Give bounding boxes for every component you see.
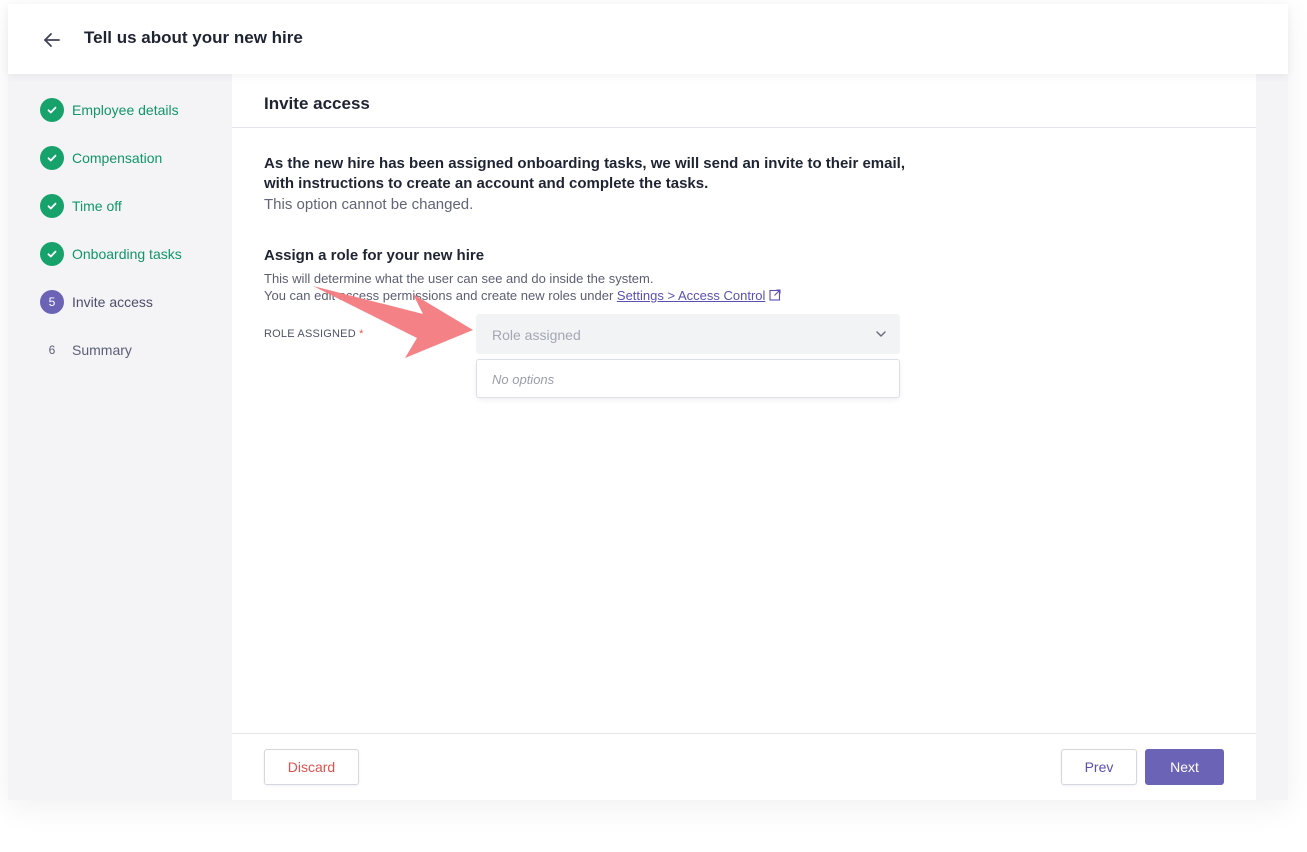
assign-desc-text: You can edit access permissions and crea… <box>264 288 614 303</box>
step-label: Onboarding tasks <box>72 246 182 262</box>
invite-notice-line: As the new hire has been assigned onboar… <box>264 155 905 172</box>
role-options-dropdown: No options <box>476 359 900 398</box>
chevron-down-icon[interactable] <box>874 327 888 341</box>
role-assigned-label: ROLE ASSIGNED * <box>264 328 364 340</box>
assign-desc-line: You can edit access permissions and crea… <box>264 287 781 304</box>
page-header: Tell us about your new hire <box>8 4 1288 74</box>
step-invite-access[interactable]: 5 Invite access <box>40 290 153 314</box>
step-onboarding-tasks[interactable]: Onboarding tasks <box>40 242 182 266</box>
invite-notice-subtext: This option cannot be changed. <box>264 196 474 213</box>
assign-role-description: This will determine what the user can se… <box>264 270 781 304</box>
page-title: Tell us about your new hire <box>84 28 303 47</box>
step-label: Employee details <box>72 102 179 118</box>
step-number-badge: 5 <box>40 290 64 314</box>
step-label: Compensation <box>72 150 163 166</box>
check-icon <box>40 194 64 218</box>
assign-desc-line: This will determine what the user can se… <box>264 271 654 286</box>
assign-role-heading: Assign a role for your new hire <box>264 247 485 264</box>
role-assigned-select[interactable]: Role assigned <box>476 314 900 354</box>
step-label: Invite access <box>72 294 153 310</box>
step-label: Summary <box>72 342 132 358</box>
step-label: Time off <box>72 198 122 214</box>
step-time-off[interactable]: Time off <box>40 194 122 218</box>
role-assigned-label-text: ROLE ASSIGNED <box>264 328 356 340</box>
check-icon <box>40 98 64 122</box>
external-link-icon[interactable] <box>769 288 781 301</box>
app-window: Tell us about your new hire Employee det… <box>8 4 1288 800</box>
panel-footer: Discard Prev Next <box>232 733 1256 800</box>
step-compensation[interactable]: Compensation <box>40 146 162 170</box>
select-placeholder: Role assigned <box>492 327 581 343</box>
prev-button[interactable]: Prev <box>1061 749 1137 785</box>
step-employee-details[interactable]: Employee details <box>40 98 179 122</box>
invite-notice-line: with instructions to create an account a… <box>264 175 709 192</box>
next-button[interactable]: Next <box>1145 749 1224 785</box>
required-asterisk: * <box>359 328 364 340</box>
discard-button[interactable]: Discard <box>264 749 359 785</box>
step-summary[interactable]: 6 Summary <box>40 338 132 362</box>
check-icon <box>40 146 64 170</box>
step-number-badge: 6 <box>48 343 56 357</box>
check-icon <box>40 242 64 266</box>
no-options-message: No options <box>492 372 555 387</box>
settings-access-control-link[interactable]: Settings > Access Control <box>617 288 766 303</box>
wizard-steps: Employee details Compensation Time off O… <box>8 74 232 800</box>
back-arrow-icon[interactable] <box>40 28 64 52</box>
panel-header: Invite access <box>232 74 1256 128</box>
invite-notice: As the new hire has been assigned onboar… <box>264 154 924 194</box>
panel-title: Invite access <box>264 94 370 113</box>
invite-access-panel: Invite access As the new hire has been a… <box>232 74 1256 800</box>
